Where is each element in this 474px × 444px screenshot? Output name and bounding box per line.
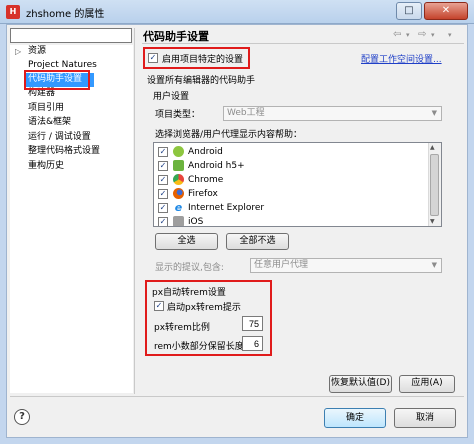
decimal-places-input[interactable] [242,336,263,351]
firefox-icon [173,188,184,199]
select-all-button[interactable]: 全选 [155,233,218,250]
hint-filter-label: 显示的提议,包含: [155,263,224,273]
browser-checkbox[interactable]: ✓ [158,175,168,185]
help-icon[interactable]: ? [14,409,30,425]
browser-name: iOS [188,217,204,227]
px-rem-ratio-input[interactable] [242,316,263,331]
px-rem-ratio-label: px转rem比例 [154,323,210,333]
deselect-all-button[interactable]: 全部不选 [226,233,289,250]
nav-tree: ▷ 资源 Project Natures 代码助手设置 构建器 项目引用 语法&… [10,45,133,393]
forward-arrow-icon[interactable]: ⇨ [418,29,426,40]
browser-list[interactable]: ✓ Android ✓ Android h5+ ✓ Chrome ✓ Firef… [153,142,442,227]
android-h5-icon [173,160,184,171]
expand-arrow-icon[interactable]: ▷ [15,47,21,56]
browser-name: Firefox [188,189,218,199]
project-type-label: 项目类型： [155,110,201,120]
back-arrow-icon[interactable]: ⇦ [393,29,401,40]
chevron-down-icon: ▼ [431,109,437,117]
scroll-down-icon[interactable]: ▼ [430,218,435,225]
hint-filter-select[interactable]: 任意用户代理 ▼ [250,258,442,273]
all-editors-label: 设置所有编辑器的代码助手 [147,76,256,86]
px-rem-settings-label: px自动转rem设置 [152,288,226,298]
browser-name: Android h5+ [188,161,245,171]
project-type-value: Web工程 [227,108,265,118]
browser-checkbox[interactable]: ✓ [158,189,168,199]
nav-item-run-debug[interactable]: 运行 / 调试设置 [28,131,91,144]
header-separator [142,43,464,44]
android-icon [173,146,184,157]
annotation-box-enable [143,47,250,69]
ios-icon [173,216,184,226]
close-icon: ✕ [441,5,451,16]
chrome-icon [173,174,184,185]
browser-name: Internet Explorer [188,203,265,213]
browser-name: Android [188,147,223,157]
restore-defaults-button[interactable]: 恢复默认值(D) [329,375,392,393]
browser-checkbox[interactable]: ✓ [158,161,168,171]
maximize-button[interactable]: □ [396,2,422,20]
project-type-select[interactable]: Web工程 ▼ [223,106,442,121]
px-rem-hint-label: 启动px转rem提示 [167,303,241,313]
filter-input[interactable] [10,28,132,43]
nav-item-syntax-frameworks[interactable]: 语法&框架 [28,116,71,129]
internet-explorer-icon: e [173,201,184,214]
nav-item-refactor-history[interactable]: 重构历史 [28,160,64,173]
back-dropdown-icon[interactable]: ▾ [406,31,410,39]
hint-filter-value: 任意用户代理 [254,260,309,270]
nav-item-code-format[interactable]: 整理代码格式设置 [28,145,100,158]
chevron-down-icon: ▼ [431,261,437,269]
px-rem-hint-checkbox[interactable]: ✓ [154,301,164,311]
footer-separator [10,396,464,397]
browser-name: Chrome [188,175,224,185]
ok-button[interactable]: 确定 [324,408,386,428]
pane-splitter[interactable] [134,28,135,394]
page-title: 代码助手设置 [143,30,209,43]
view-menu-icon[interactable]: ▾ [448,31,452,39]
browser-checkbox[interactable]: ✓ [158,147,168,157]
maximize-icon: □ [404,5,414,16]
nav-item-project-references[interactable]: 项目引用 [28,102,64,115]
window-title: zhshome 的属性 [26,9,105,20]
browser-prompt-label: 选择浏览器/用户代理显示内容帮助： [155,130,303,140]
nav-item-resources[interactable]: 资源 [28,45,46,58]
cancel-button[interactable]: 取消 [394,408,456,428]
config-workspace-link[interactable]: 配置工作空间设置... [361,52,442,65]
decimal-places-label: rem小数部分保留长度 [154,342,244,352]
browser-checkbox[interactable]: ✓ [158,217,168,226]
scroll-up-icon[interactable]: ▲ [430,144,435,151]
scrollbar-thumb[interactable] [430,154,439,216]
browser-checkbox[interactable]: ✓ [158,203,168,213]
apply-button[interactable]: 应用(A) [399,375,455,393]
close-button[interactable]: ✕ [424,2,468,20]
app-logo-icon: H [6,5,20,19]
user-settings-label: 用户设置 [153,92,190,102]
annotation-box-nav [24,70,90,90]
forward-dropdown-icon[interactable]: ▾ [431,31,435,39]
